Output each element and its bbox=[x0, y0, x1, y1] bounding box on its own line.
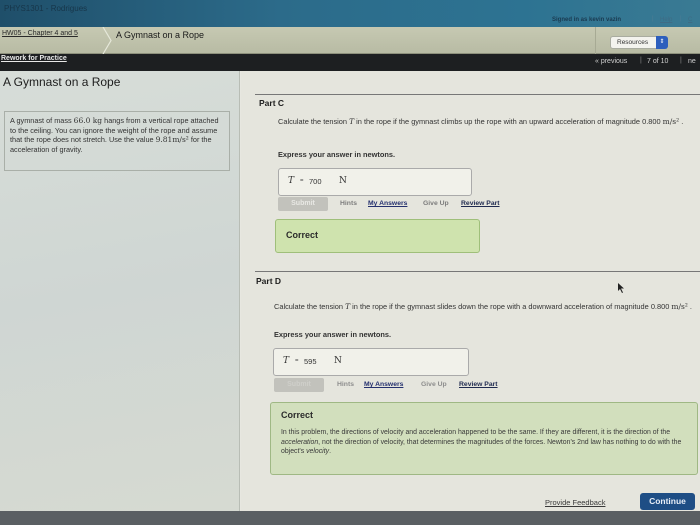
problem-position: 7 of 10 bbox=[647, 58, 669, 65]
acceleration-unit: m/s² bbox=[662, 117, 680, 126]
breadcrumb-chevron-icon bbox=[102, 27, 112, 54]
help-link[interactable]: Help bbox=[660, 17, 672, 23]
part-c-correct-label: Correct bbox=[286, 230, 319, 240]
part-d-result-box: Correct In this problem, the directions … bbox=[270, 402, 698, 475]
question-text: Calculate the tension bbox=[274, 302, 346, 311]
question-text: . bbox=[687, 302, 692, 311]
answer-unit: N bbox=[339, 176, 347, 186]
problem-text: A gymnast of mass bbox=[10, 116, 74, 125]
feedback-text: , not the direction of velocity, that de… bbox=[281, 438, 682, 456]
top-header-bar: PHYS1301 - Rodrigues Signed in as kevin … bbox=[0, 0, 700, 27]
part-d-express: Express your answer in newtons. bbox=[274, 330, 392, 339]
gravity-value: 9.81m/s² bbox=[155, 135, 189, 144]
question-text: in the rope if the gymnast slides down t… bbox=[350, 302, 672, 311]
rework-for-practice-link[interactable]: Rework for Practice bbox=[1, 55, 67, 62]
nav-separator: | bbox=[640, 57, 642, 64]
part-d-question: Calculate the tension T in the rope if t… bbox=[274, 302, 694, 311]
feedback-text: In this problem, the directions of veloc… bbox=[281, 429, 671, 436]
answer-var: T bbox=[283, 356, 290, 366]
nav-bar: Rework for Practice « previous | 7 of 10… bbox=[0, 54, 700, 71]
part-c-give-up-link[interactable]: Give Up bbox=[423, 200, 449, 207]
header-separator: | bbox=[652, 16, 654, 22]
part-d-answer-field[interactable]: T = 595 N bbox=[273, 348, 469, 376]
part-c-result-box: Correct bbox=[275, 219, 480, 253]
problem-title: A Gymnast on a Rope bbox=[3, 75, 121, 89]
question-text: Calculate the tension bbox=[278, 117, 350, 126]
select-arrows-icon: ⇕ bbox=[656, 36, 668, 49]
bottom-strip bbox=[0, 511, 700, 525]
answer-eq: = bbox=[295, 358, 299, 364]
part-c-my-answers-link[interactable]: My Answers bbox=[368, 200, 407, 207]
part-d-my-answers-link[interactable]: My Answers bbox=[364, 381, 403, 388]
divider bbox=[595, 27, 596, 54]
mass-value: 66.0 kg bbox=[73, 116, 103, 125]
divider bbox=[255, 271, 700, 272]
signed-in-text: Signed in as kevin vazin bbox=[552, 17, 622, 23]
acceleration-unit: m/s² bbox=[671, 302, 688, 311]
part-c-express: Express your answer in newtons. bbox=[278, 150, 396, 159]
answer-var: T bbox=[288, 176, 295, 186]
part-d-correct-label: Correct bbox=[281, 410, 314, 420]
answer-value: 700 bbox=[309, 177, 322, 186]
part-c-hints-link[interactable]: Hints bbox=[340, 200, 357, 207]
answer-value: 595 bbox=[304, 357, 317, 366]
answer-unit: N bbox=[334, 356, 342, 366]
mouse-cursor-icon bbox=[618, 283, 624, 293]
breadcrumb-assignment-link[interactable]: HW05 - Chapter 4 and 5 bbox=[2, 30, 78, 37]
problem-panel: A Gymnast on a Rope A gymnast of mass 66… bbox=[0, 71, 240, 511]
breadcrumb-current: A Gymnast on a Rope bbox=[116, 30, 205, 40]
resources-select[interactable]: Resources ⇕ bbox=[610, 36, 668, 49]
close-link[interactable]: C bbox=[688, 17, 692, 23]
part-d-feedback: In this problem, the directions of veloc… bbox=[281, 428, 687, 457]
part-c-submit-button[interactable]: Submit bbox=[278, 197, 328, 211]
feedback-emphasis: velocity bbox=[306, 448, 330, 455]
question-text: in the rope if the gymnast climbs up the… bbox=[354, 117, 663, 126]
feedback-emphasis: acceleration bbox=[281, 438, 319, 446]
course-title: PHYS1301 - Rodrigues bbox=[4, 4, 88, 13]
part-d-title: Part D bbox=[256, 276, 282, 286]
part-d-review-part-link[interactable]: Review Part bbox=[459, 381, 498, 388]
part-d-hints-link[interactable]: Hints bbox=[337, 381, 354, 388]
problem-statement: A gymnast of mass 66.0 kg hangs from a v… bbox=[4, 111, 230, 171]
part-d-give-up-link[interactable]: Give Up bbox=[421, 381, 447, 388]
resources-select-value: Resources bbox=[617, 39, 649, 46]
provide-feedback-link[interactable]: Provide Feedback bbox=[545, 498, 605, 507]
part-d-submit-button[interactable]: Submit bbox=[274, 378, 324, 392]
part-c-answer-field[interactable]: T = 700 N bbox=[278, 168, 472, 196]
feedback-text: . bbox=[329, 448, 331, 455]
question-text: . bbox=[679, 117, 684, 126]
part-c-question: Calculate the tension T in the rope if t… bbox=[278, 117, 693, 126]
next-link[interactable]: ne bbox=[688, 58, 696, 65]
header-separator: | bbox=[680, 16, 682, 22]
breadcrumb: HW05 - Chapter 4 and 5 A Gymnast on a Ro… bbox=[0, 27, 700, 54]
answer-eq: = bbox=[300, 178, 304, 184]
part-c-review-part-link[interactable]: Review Part bbox=[461, 200, 500, 207]
part-c-title: Part C bbox=[259, 98, 285, 108]
nav-separator: | bbox=[680, 57, 682, 64]
divider bbox=[255, 94, 700, 95]
previous-link[interactable]: « previous bbox=[595, 58, 627, 65]
continue-button[interactable]: Continue bbox=[640, 493, 695, 510]
